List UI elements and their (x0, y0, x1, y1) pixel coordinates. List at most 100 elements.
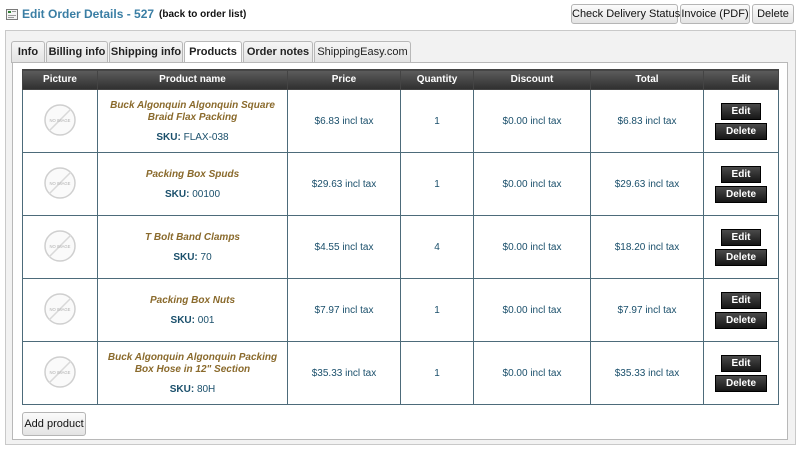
product-name-cell: Buck Algonquin Algonquin Packing Box Hos… (97, 341, 288, 405)
delete-order-button[interactable]: Delete (752, 4, 794, 24)
product-quantity: 1 (400, 152, 474, 216)
product-name-cell: T Bolt Band Clamps SKU: 70 (97, 215, 288, 279)
column-header-product-name: Product name (97, 69, 288, 90)
delete-product-button[interactable]: Delete (715, 311, 767, 329)
product-total: $35.33 incl tax (590, 341, 704, 405)
order-details-panel: Info Billing info Shipping info Products… (5, 30, 796, 445)
product-discount: $0.00 incl tax (473, 89, 591, 153)
tab-bar: Info Billing info Shipping info Products… (11, 41, 412, 64)
product-discount: $0.00 incl tax (473, 341, 591, 405)
sku-value: 00100 (192, 188, 221, 200)
edit-product-button[interactable]: Edit (721, 354, 761, 372)
product-price: $35.33 incl tax (287, 341, 401, 405)
product-total: $29.63 incl tax (590, 152, 704, 216)
product-price: $4.55 incl tax (287, 215, 401, 279)
product-discount: $0.00 incl tax (473, 215, 591, 279)
product-price: $6.83 incl tax (287, 89, 401, 153)
no-image-icon: NO IMAGE (44, 292, 76, 325)
product-picture-cell: NO IMAGE (22, 215, 98, 279)
title-area: Edit Order Details - 527 (back to order … (6, 7, 246, 21)
add-product-button[interactable]: Add product (22, 412, 86, 436)
delete-product-button[interactable]: Delete (715, 374, 767, 392)
delete-product-button[interactable]: Delete (715, 185, 767, 203)
tab-shippingeasy[interactable]: ShippingEasy.com (314, 41, 411, 63)
no-image-icon: NO IMAGE (44, 355, 76, 388)
product-quantity: 1 (400, 278, 474, 342)
column-header-price: Price (287, 69, 401, 90)
no-image-label: NO IMAGE (50, 370, 71, 375)
sku-label: SKU: (156, 131, 181, 143)
no-image-icon: NO IMAGE (44, 103, 76, 136)
product-picture-cell: NO IMAGE (22, 278, 98, 342)
no-image-label: NO IMAGE (50, 118, 71, 123)
sku-value: 70 (200, 251, 212, 263)
column-header-edit: Edit (703, 69, 779, 90)
table-header-row: Picture Product name Price Quantity Disc… (22, 69, 779, 90)
edit-order-icon (6, 8, 18, 20)
product-quantity: 1 (400, 89, 474, 153)
product-name-link[interactable]: Buck Algonquin Algonquin Packing Box Hos… (98, 352, 287, 376)
product-total: $18.20 incl tax (590, 215, 704, 279)
product-sku: SKU: 00100 (98, 189, 287, 200)
no-image-label: NO IMAGE (50, 181, 71, 186)
product-edit-cell: Edit Delete (703, 341, 779, 405)
table-row: NO IMAGE Buck Algonquin Algonquin Square … (22, 89, 779, 153)
product-total: $6.83 incl tax (590, 89, 704, 153)
top-bar: Edit Order Details - 527 (back to order … (0, 0, 800, 30)
product-edit-cell: Edit Delete (703, 215, 779, 279)
no-image-label: NO IMAGE (50, 244, 71, 249)
no-image-label: NO IMAGE (50, 307, 71, 312)
product-name-cell: Packing Box Spuds SKU: 00100 (97, 152, 288, 216)
table-row: NO IMAGE Packing Box Spuds SKU: 00100 $29.6… (22, 152, 779, 216)
no-image-icon: NO IMAGE (44, 229, 76, 262)
invoice-pdf-button[interactable]: Invoice (PDF) (680, 4, 750, 24)
product-name-cell: Buck Algonquin Algonquin Square Braid Fl… (97, 89, 288, 153)
product-picture-cell: NO IMAGE (22, 341, 98, 405)
product-edit-cell: Edit Delete (703, 152, 779, 216)
product-sku: SKU: 001 (98, 315, 287, 326)
product-sku: SKU: FLAX-038 (98, 132, 287, 143)
sku-value: FLAX-038 (183, 131, 229, 143)
table-row: NO IMAGE Packing Box Nuts SKU: 001 $7.97 in… (22, 278, 779, 342)
delete-product-button[interactable]: Delete (715, 248, 767, 266)
product-name-link[interactable]: Packing Box Nuts (98, 295, 287, 307)
products-table: Picture Product name Price Quantity Disc… (22, 69, 779, 405)
column-header-discount: Discount (473, 69, 591, 90)
product-name-cell: Packing Box Nuts SKU: 001 (97, 278, 288, 342)
tab-billing-info[interactable]: Billing info (46, 41, 108, 63)
tab-shipping-info[interactable]: Shipping info (109, 41, 183, 63)
sku-label: SKU: (169, 383, 195, 395)
edit-product-button[interactable]: Edit (721, 228, 761, 246)
check-delivery-status-button[interactable]: Check Delivery Status (571, 4, 680, 24)
product-picture-cell: NO IMAGE (22, 152, 98, 216)
page-title: Edit Order Details - 527 (22, 7, 155, 21)
edit-product-button[interactable]: Edit (721, 102, 761, 120)
product-picture-cell: NO IMAGE (22, 89, 98, 153)
product-name-link[interactable]: Buck Algonquin Algonquin Square Braid Fl… (98, 100, 287, 124)
sku-label: SKU: (173, 251, 198, 263)
delete-product-button[interactable]: Delete (715, 122, 767, 140)
tab-info[interactable]: Info (11, 41, 45, 63)
no-image-icon: NO IMAGE (44, 166, 76, 199)
products-tab-content: Picture Product name Price Quantity Disc… (12, 62, 788, 440)
product-edit-cell: Edit Delete (703, 278, 779, 342)
product-quantity: 1 (400, 341, 474, 405)
column-header-quantity: Quantity (400, 69, 474, 90)
tab-order-notes[interactable]: Order notes (243, 41, 313, 63)
tab-products[interactable]: Products (184, 41, 242, 64)
product-price: $29.63 incl tax (287, 152, 401, 216)
product-name-link[interactable]: Packing Box Spuds (98, 169, 287, 181)
product-sku: SKU: 70 (98, 252, 287, 263)
product-edit-cell: Edit Delete (703, 89, 779, 153)
product-sku: SKU: 80H (98, 384, 287, 395)
column-header-total: Total (590, 69, 704, 90)
sku-value: 001 (197, 314, 215, 326)
back-to-order-list-link[interactable]: (back to order list) (159, 9, 246, 20)
product-total: $7.97 incl tax (590, 278, 704, 342)
edit-product-button[interactable]: Edit (721, 165, 761, 183)
product-name-link[interactable]: T Bolt Band Clamps (98, 232, 287, 244)
table-row: NO IMAGE Buck Algonquin Algonquin Packing… (22, 341, 779, 405)
sku-label: SKU: (170, 314, 195, 326)
column-header-picture: Picture (22, 69, 98, 90)
edit-product-button[interactable]: Edit (721, 291, 761, 309)
